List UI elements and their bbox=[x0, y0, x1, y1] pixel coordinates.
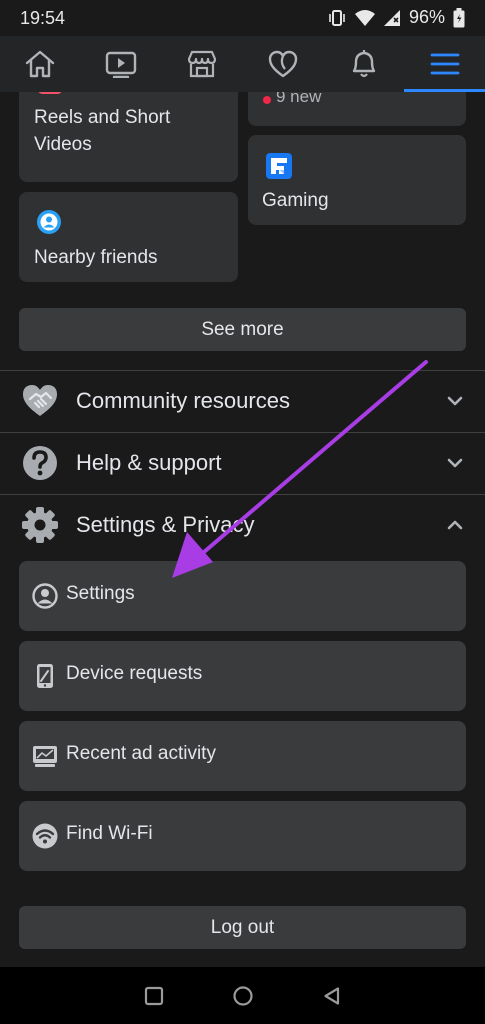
device-requests-label: Device requests bbox=[66, 663, 203, 684]
store-icon bbox=[186, 49, 218, 79]
shortcut-card-reels[interactable]: Reels and Short Videos bbox=[19, 92, 238, 182]
tab-dating[interactable] bbox=[242, 36, 323, 92]
video-icon bbox=[105, 50, 137, 78]
gaming-icon bbox=[266, 153, 292, 184]
status-time: 19:54 bbox=[20, 8, 66, 28]
recents-button[interactable] bbox=[144, 986, 164, 1006]
user-circle-icon bbox=[32, 583, 58, 609]
nearby-friends-icon bbox=[36, 209, 62, 240]
chevron-down-icon bbox=[447, 393, 463, 411]
top-nav-bar bbox=[0, 36, 485, 92]
new-indicator-dot bbox=[263, 96, 271, 104]
settings-privacy-label: Settings & Privacy bbox=[76, 512, 255, 537]
tab-menu[interactable] bbox=[404, 36, 485, 92]
tab-home[interactable] bbox=[0, 36, 81, 92]
shortcut-card-partial[interactable]: 9 new bbox=[248, 92, 466, 126]
home-icon bbox=[24, 49, 56, 79]
status-bar: 19:54 96% bbox=[0, 0, 485, 36]
recent-ad-activity-label: Recent ad activity bbox=[66, 743, 216, 764]
partial-badge-text: 9 new bbox=[276, 92, 322, 106]
log-out-button[interactable]: Log out bbox=[19, 906, 466, 949]
community-resources-label: Community resources bbox=[76, 388, 290, 413]
phone-icon bbox=[32, 663, 58, 689]
menu-content: Reels and Short Videos 9 new Gaming Near… bbox=[0, 92, 485, 967]
ad-activity-icon bbox=[32, 743, 58, 769]
menu-icon bbox=[430, 52, 460, 76]
android-nav-bar bbox=[0, 967, 485, 1024]
bell-icon bbox=[349, 48, 379, 80]
wifi-status-icon bbox=[354, 9, 375, 27]
tab-watch[interactable] bbox=[81, 36, 162, 92]
home-button[interactable] bbox=[232, 985, 254, 1007]
chevron-down-icon bbox=[447, 455, 463, 473]
back-button[interactable] bbox=[322, 986, 342, 1006]
help-icon bbox=[21, 444, 59, 482]
tab-marketplace[interactable] bbox=[162, 36, 243, 92]
vibrate-icon bbox=[327, 8, 347, 28]
help-support-label: Help & support bbox=[76, 450, 222, 475]
recent-ad-activity-item[interactable]: Recent ad activity bbox=[19, 721, 466, 791]
find-wifi-item[interactable]: Find Wi-Fi bbox=[19, 801, 466, 871]
tab-notifications[interactable] bbox=[323, 36, 404, 92]
see-more-button[interactable]: See more bbox=[19, 308, 466, 351]
section-settings-privacy[interactable]: Settings & Privacy bbox=[0, 495, 485, 555]
signal-icon bbox=[383, 9, 401, 27]
section-help-support[interactable]: Help & support bbox=[0, 433, 485, 493]
heart-icon bbox=[267, 49, 299, 79]
shortcut-card-nearby[interactable]: Nearby friends bbox=[19, 192, 238, 282]
section-community-resources[interactable]: Community resources bbox=[0, 371, 485, 431]
settings-label: Settings bbox=[66, 583, 135, 604]
battery-percent: 96% bbox=[408, 7, 445, 27]
handshake-icon bbox=[21, 382, 59, 420]
reels-label: Reels and Short Videos bbox=[34, 107, 171, 155]
nearby-friends-label: Nearby friends bbox=[34, 247, 158, 268]
find-wifi-label: Find Wi-Fi bbox=[66, 823, 153, 844]
chevron-up-icon bbox=[447, 517, 463, 535]
gear-icon bbox=[21, 506, 59, 544]
battery-icon bbox=[453, 7, 465, 28]
status-icons: 96% bbox=[327, 7, 465, 28]
reels-icon bbox=[37, 92, 63, 101]
settings-item[interactable]: Settings bbox=[19, 561, 466, 631]
device-requests-item[interactable]: Device requests bbox=[19, 641, 466, 711]
gaming-label: Gaming bbox=[262, 190, 329, 211]
shortcut-card-gaming[interactable]: Gaming bbox=[248, 135, 466, 225]
wifi-icon bbox=[32, 823, 58, 849]
